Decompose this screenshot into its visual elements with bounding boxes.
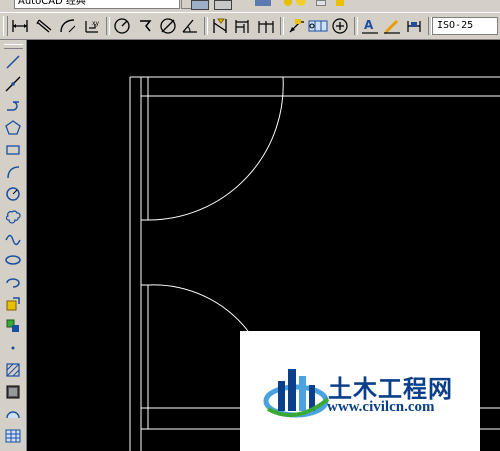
workspace-combo[interactable]: AutoCAD 经典 <box>14 0 180 9</box>
table-icon[interactable] <box>3 426 23 446</box>
separator <box>280 17 284 35</box>
construction-line-icon[interactable] <box>3 74 23 94</box>
layer-color-icon[interactable] <box>316 0 326 6</box>
radius-dimension-icon[interactable] <box>112 16 132 36</box>
hatch-icon[interactable] <box>3 360 23 380</box>
make-block-icon[interactable] <box>3 316 23 336</box>
toolbar-icon-b[interactable] <box>214 0 232 10</box>
spline-icon[interactable] <box>3 228 23 248</box>
point-icon[interactable] <box>3 338 23 358</box>
toolbar-grip[interactable] <box>4 44 23 49</box>
watermark: 土木工程网 www.civilcn.com <box>240 331 480 451</box>
dimension-update-icon[interactable] <box>404 16 424 36</box>
watermark-url: www.civilcn.com <box>327 399 435 415</box>
circle-icon[interactable] <box>3 184 23 204</box>
jogged-dimension-icon[interactable] <box>136 16 156 36</box>
line-icon[interactable] <box>3 52 23 72</box>
tolerance-icon[interactable] <box>308 16 328 36</box>
center-mark-icon[interactable] <box>330 16 350 36</box>
dimension-toolbar: xy A ISO-25 <box>0 12 500 40</box>
polyline-icon[interactable] <box>3 96 23 116</box>
draw-toolbar <box>0 40 27 451</box>
svg-text:xy: xy <box>92 20 100 27</box>
revision-cloud-icon[interactable] <box>3 206 23 226</box>
toolbar-icon-a[interactable] <box>191 0 209 10</box>
ellipse-arc-icon[interactable] <box>3 272 23 292</box>
dimension-style-combo[interactable]: ISO-25 <box>432 17 498 35</box>
arc-length-dimension-icon[interactable] <box>58 16 78 36</box>
baseline-dimension-icon[interactable] <box>232 16 252 36</box>
workspace-toolbar: AutoCAD 经典 <box>0 0 500 12</box>
diameter-dimension-icon[interactable] <box>158 16 178 36</box>
arc-icon[interactable] <box>3 162 23 182</box>
toolbar-grip[interactable] <box>3 16 8 36</box>
sun-icon[interactable] <box>296 0 306 6</box>
polygon-icon[interactable] <box>3 118 23 138</box>
angular-dimension-icon[interactable] <box>180 16 200 36</box>
continue-dimension-icon[interactable] <box>256 16 276 36</box>
rectangle-icon[interactable] <box>3 140 23 160</box>
linear-dimension-icon[interactable] <box>10 16 30 36</box>
dimension-text-edit-icon[interactable] <box>382 16 402 36</box>
separator <box>354 17 358 35</box>
svg-text:A: A <box>364 18 374 32</box>
region-icon[interactable] <box>3 404 23 424</box>
layer-lock-icon[interactable] <box>336 0 344 6</box>
ellipse-icon[interactable] <box>3 250 23 270</box>
layers-icon[interactable] <box>255 0 271 6</box>
quick-leader-icon[interactable] <box>286 16 306 36</box>
separator <box>106 17 110 35</box>
quick-dimension-icon[interactable] <box>210 16 230 36</box>
lightbulb-icon[interactable] <box>284 0 292 6</box>
aligned-dimension-icon[interactable] <box>34 16 54 36</box>
separator <box>204 17 208 35</box>
ordinate-dimension-icon[interactable]: xy <box>82 16 102 36</box>
insert-block-icon[interactable] <box>3 294 23 314</box>
gradient-icon[interactable] <box>3 382 23 402</box>
dimension-edit-icon[interactable]: A <box>360 16 380 36</box>
